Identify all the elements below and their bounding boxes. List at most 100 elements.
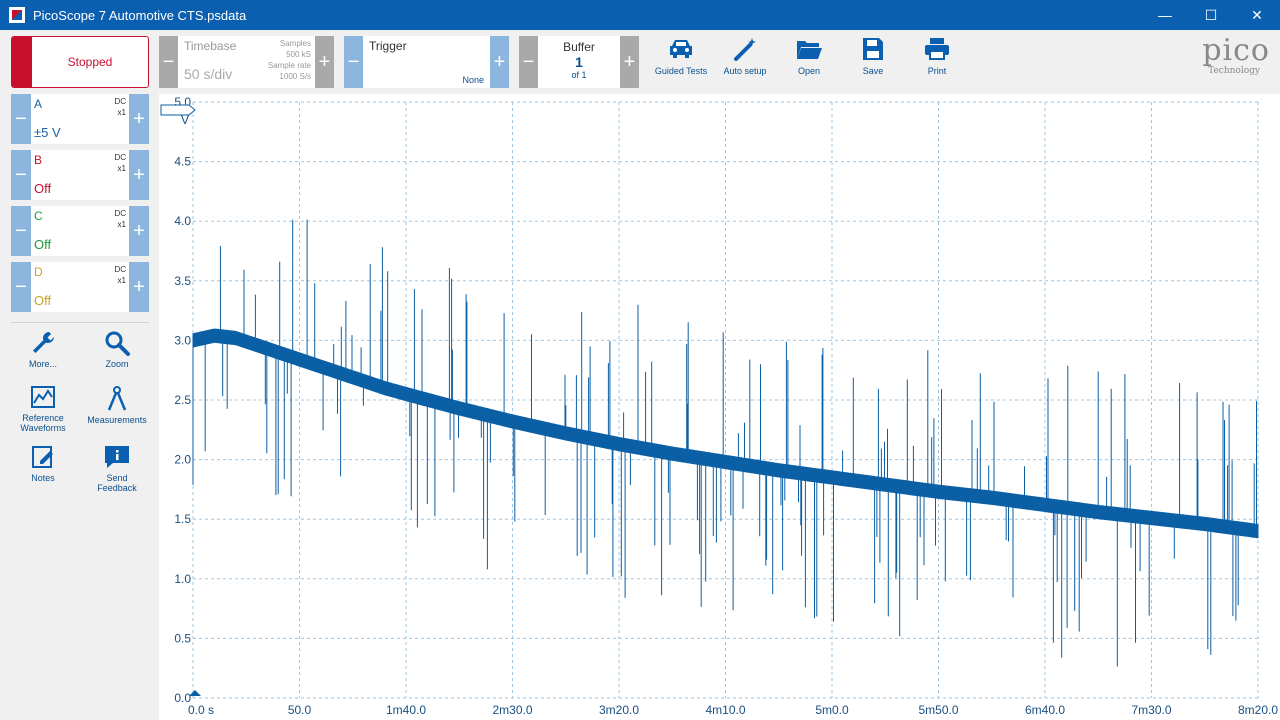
channel-d-decrease-button[interactable]: −	[11, 262, 31, 312]
channel-d-settings[interactable]: D DC x1 Off	[31, 262, 129, 312]
channel-c-settings[interactable]: C DC x1 Off	[31, 206, 129, 256]
x-tick-label: 5m0.0	[815, 703, 849, 717]
channel-a-control: − A DC x1 ±5 V +	[11, 94, 149, 144]
buffer-increase-button[interactable]: +	[620, 36, 639, 88]
timebase-label: Timebase	[184, 39, 237, 53]
channel-a-decrease-button[interactable]: −	[11, 94, 31, 144]
title-bar: PicoScope 7 Automotive CTS.psdata — ☐ ✕	[0, 0, 1280, 30]
notes-button[interactable]: Notes	[13, 443, 73, 483]
trigger-control: − Trigger None +	[344, 36, 509, 88]
pico-logo: pico Technology	[1202, 33, 1270, 77]
print-button[interactable]: Print	[905, 36, 969, 76]
buffer-count: of 1	[571, 70, 587, 80]
folder-open-icon	[797, 41, 822, 59]
run-status-label: Stopped	[67, 55, 113, 69]
timebase-value: 50 s/div	[184, 66, 233, 82]
channel-b-decrease-button[interactable]: −	[11, 150, 31, 200]
magnifier-icon	[105, 331, 130, 356]
floppy-disk-icon	[863, 38, 883, 60]
car-icon	[670, 40, 692, 58]
zoom-button[interactable]: Zoom	[87, 329, 147, 369]
more-button[interactable]: More...	[13, 329, 73, 369]
channel-d-range: Off	[34, 293, 52, 308]
x-tick-label: 3m20.0	[599, 703, 639, 717]
reference-waveforms-button[interactable]: Reference Waveforms	[13, 385, 73, 433]
buffer-label: Buffer	[563, 40, 595, 54]
measurements-button[interactable]: Measurements	[87, 385, 147, 425]
channel-a-settings[interactable]: A DC x1 ±5 V	[31, 94, 129, 144]
left-panel: Stopped − A DC x1 ±5 V + − B DC x1 Off + −…	[0, 30, 159, 720]
y-tick-label: 4.5	[174, 155, 191, 169]
channel-a-waveform	[192, 219, 1259, 667]
channel-b-name: B	[34, 153, 43, 167]
trigger-mode: None	[462, 75, 484, 85]
channel-d-coupling: DC x1	[114, 265, 126, 285]
buffer-decrease-button[interactable]: −	[519, 36, 538, 88]
x-tick-label: 5m50.0	[918, 703, 958, 717]
channel-d-increase-button[interactable]: +	[129, 262, 149, 312]
auto-setup-button[interactable]: Auto setup	[713, 36, 777, 76]
channel-c-increase-button[interactable]: +	[129, 206, 149, 256]
run-stop-button[interactable]: Stopped	[11, 36, 149, 88]
x-tick-label: 2m30.0	[492, 703, 532, 717]
close-button[interactable]: ✕	[1234, 0, 1280, 30]
save-button[interactable]: Save	[841, 36, 905, 76]
y-tick-label: 1.5	[174, 512, 191, 526]
channel-b-settings[interactable]: B DC x1 Off	[31, 150, 129, 200]
scope-view[interactable]: 0.0 0.5 1.0 1.5 2.0 2.5 3.0 3.5 4.0 4.5 5.0 V 0.0 s5…	[159, 94, 1280, 720]
y-tick-label: 3.0	[174, 333, 191, 347]
y-tick-label: 1.0	[174, 572, 191, 586]
channel-c-control: − C DC x1 Off +	[11, 206, 149, 256]
timebase-decrease-button[interactable]: −	[159, 36, 178, 88]
channel-b-increase-button[interactable]: +	[129, 150, 149, 200]
x-tick-label: 7m30.0	[1131, 703, 1171, 717]
open-button[interactable]: Open	[777, 36, 841, 76]
trigger-settings[interactable]: Trigger None	[363, 36, 490, 88]
x-tick-label: 8m20.0	[1238, 703, 1278, 717]
y-tick-label: 0.5	[174, 631, 191, 645]
channel-a-increase-button[interactable]: +	[129, 94, 149, 144]
compass-icon	[107, 386, 127, 411]
maximize-button[interactable]: ☐	[1188, 0, 1234, 30]
channel-a-coupling: DC x1	[114, 97, 126, 117]
guided-tests-button[interactable]: Guided Tests	[649, 36, 713, 76]
channel-d-control: − D DC x1 Off +	[11, 262, 149, 312]
channel-d-name: D	[34, 265, 43, 279]
magic-wand-icon	[734, 38, 756, 61]
channel-b-coupling: DC x1	[114, 153, 126, 173]
y-tick-label: 2.0	[174, 453, 191, 467]
toolbar: − Timebase 50 s/div Samples 500 kS Sample …	[159, 30, 1280, 94]
trigger-increase-button[interactable]: +	[490, 36, 509, 88]
run-status-indicator	[12, 37, 32, 87]
minimize-button[interactable]: —	[1142, 0, 1188, 30]
tools-panel: More... Zoom Reference Waveforms Measurem…	[11, 322, 149, 493]
channel-a-scale-marker	[160, 104, 196, 116]
timebase-increase-button[interactable]: +	[315, 36, 334, 88]
channel-a-range: ±5 V	[34, 125, 61, 140]
y-tick-label: 3.5	[174, 274, 191, 288]
x-tick-label: 1m40.0	[386, 703, 426, 717]
channel-b-range: Off	[34, 181, 52, 196]
feedback-icon	[105, 446, 129, 468]
app-icon	[9, 7, 25, 23]
window-title: PicoScope 7 Automotive CTS.psdata	[33, 7, 247, 23]
x-tick-label: 4m10.0	[705, 703, 745, 717]
channel-c-range: Off	[34, 237, 52, 252]
channel-c-coupling: DC x1	[114, 209, 126, 229]
buffer-settings[interactable]: Buffer 1 of 1	[538, 36, 620, 88]
timebase-control: − Timebase 50 s/div Samples 500 kS Sample …	[159, 36, 334, 88]
channel-c-name: C	[34, 209, 43, 223]
y-tick-label: 2.5	[174, 393, 191, 407]
printer-icon	[925, 38, 949, 60]
reference-waveform-icon	[31, 386, 55, 408]
waveform-chart[interactable]: 0.00.51.01.52.02.53.03.54.04.55.0V0.0 s5…	[159, 94, 1280, 720]
channel-c-decrease-button[interactable]: −	[11, 206, 31, 256]
wrench-icon	[33, 332, 54, 353]
send-feedback-button[interactable]: Send Feedback	[87, 443, 147, 493]
samples-info: Samples 500 kS Sample rate 1000 S/s	[267, 39, 311, 81]
trigger-decrease-button[interactable]: −	[344, 36, 363, 88]
timebase-settings[interactable]: Timebase 50 s/div Samples 500 kS Sample ra…	[178, 36, 315, 88]
x-tick-label: 50.0	[288, 703, 312, 717]
channel-a-name: A	[34, 97, 43, 111]
notes-icon	[32, 446, 53, 468]
